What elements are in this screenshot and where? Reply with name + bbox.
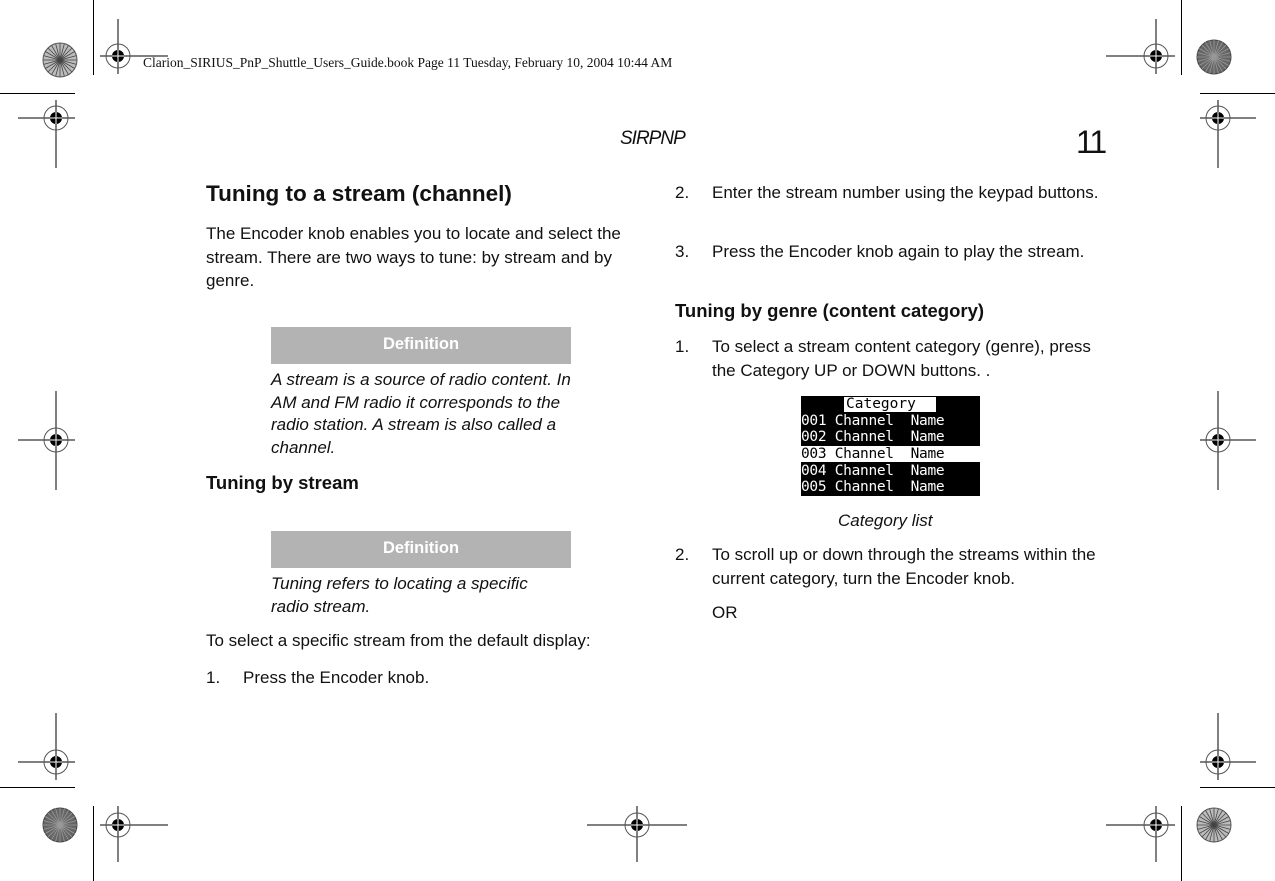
step-item: 2. To scroll up or down through the stre… [675, 543, 1096, 593]
step-text: To select a stream content category (gen… [712, 337, 1091, 380]
lcd-row: 001 Channel Name [801, 413, 945, 429]
print-slug: Clarion_SIRIUS_PnP_Shuttle_Users_Guide.b… [143, 55, 673, 70]
section-title: Tuning to a stream (channel) [206, 181, 512, 206]
select-intro-paragraph: To select a specific stream from the def… [206, 631, 591, 650]
intro-paragraph: The Encoder knob enables you to locate a… [206, 224, 621, 290]
step-item: 3. Press the Encoder knob again to play … [675, 240, 1095, 290]
definition-heading: Definition [271, 327, 571, 364]
lcd-category-display: Category 001 Channel Name 002 Channel Na… [801, 396, 980, 496]
step-number: 3. [675, 242, 690, 261]
definition-box: Definition A stream is a source of radio… [271, 327, 571, 459]
definition-body: A stream is a source of radio content. I… [271, 370, 571, 457]
step-number: 1. [675, 337, 690, 356]
step-text: To scroll up or down through the streams… [712, 545, 1096, 588]
star-target-icon [42, 39, 1232, 843]
step-number: 1. [206, 668, 221, 687]
lcd-row: 005 Channel Name [801, 479, 945, 495]
subsection-title-genre: Tuning by genre (content category) [675, 300, 985, 321]
definition-box: Definition Tuning refers to locating a s… [271, 531, 571, 618]
running-head: SIRPNP [620, 128, 686, 149]
lcd-header: Category [844, 397, 936, 412]
or-label: OR [712, 603, 738, 622]
lcd-row: 002 Channel Name [801, 429, 945, 445]
lcd-row-selected: 003 Channel Name [801, 446, 980, 462]
definition-heading: Definition [271, 531, 571, 568]
step-item: 1. To select a stream content category (… [675, 335, 1095, 385]
step-text: Press the Encoder knob again to play the… [712, 242, 1085, 261]
step-text: Press the Encoder knob. [243, 668, 430, 687]
step-number: 2. [675, 545, 690, 564]
step-number: 2. [675, 183, 690, 202]
figure-caption: Category list [838, 511, 933, 530]
lcd-row: 004 Channel Name [801, 463, 945, 479]
subsection-title-stream: Tuning by stream [206, 472, 359, 493]
definition-body: Tuning refers to locating a specific rad… [271, 574, 528, 616]
step-item: 2. Enter the stream number using the key… [675, 181, 1099, 231]
page-number: 11 [1076, 124, 1107, 160]
step-text: Enter the stream number using the keypad… [712, 183, 1099, 202]
